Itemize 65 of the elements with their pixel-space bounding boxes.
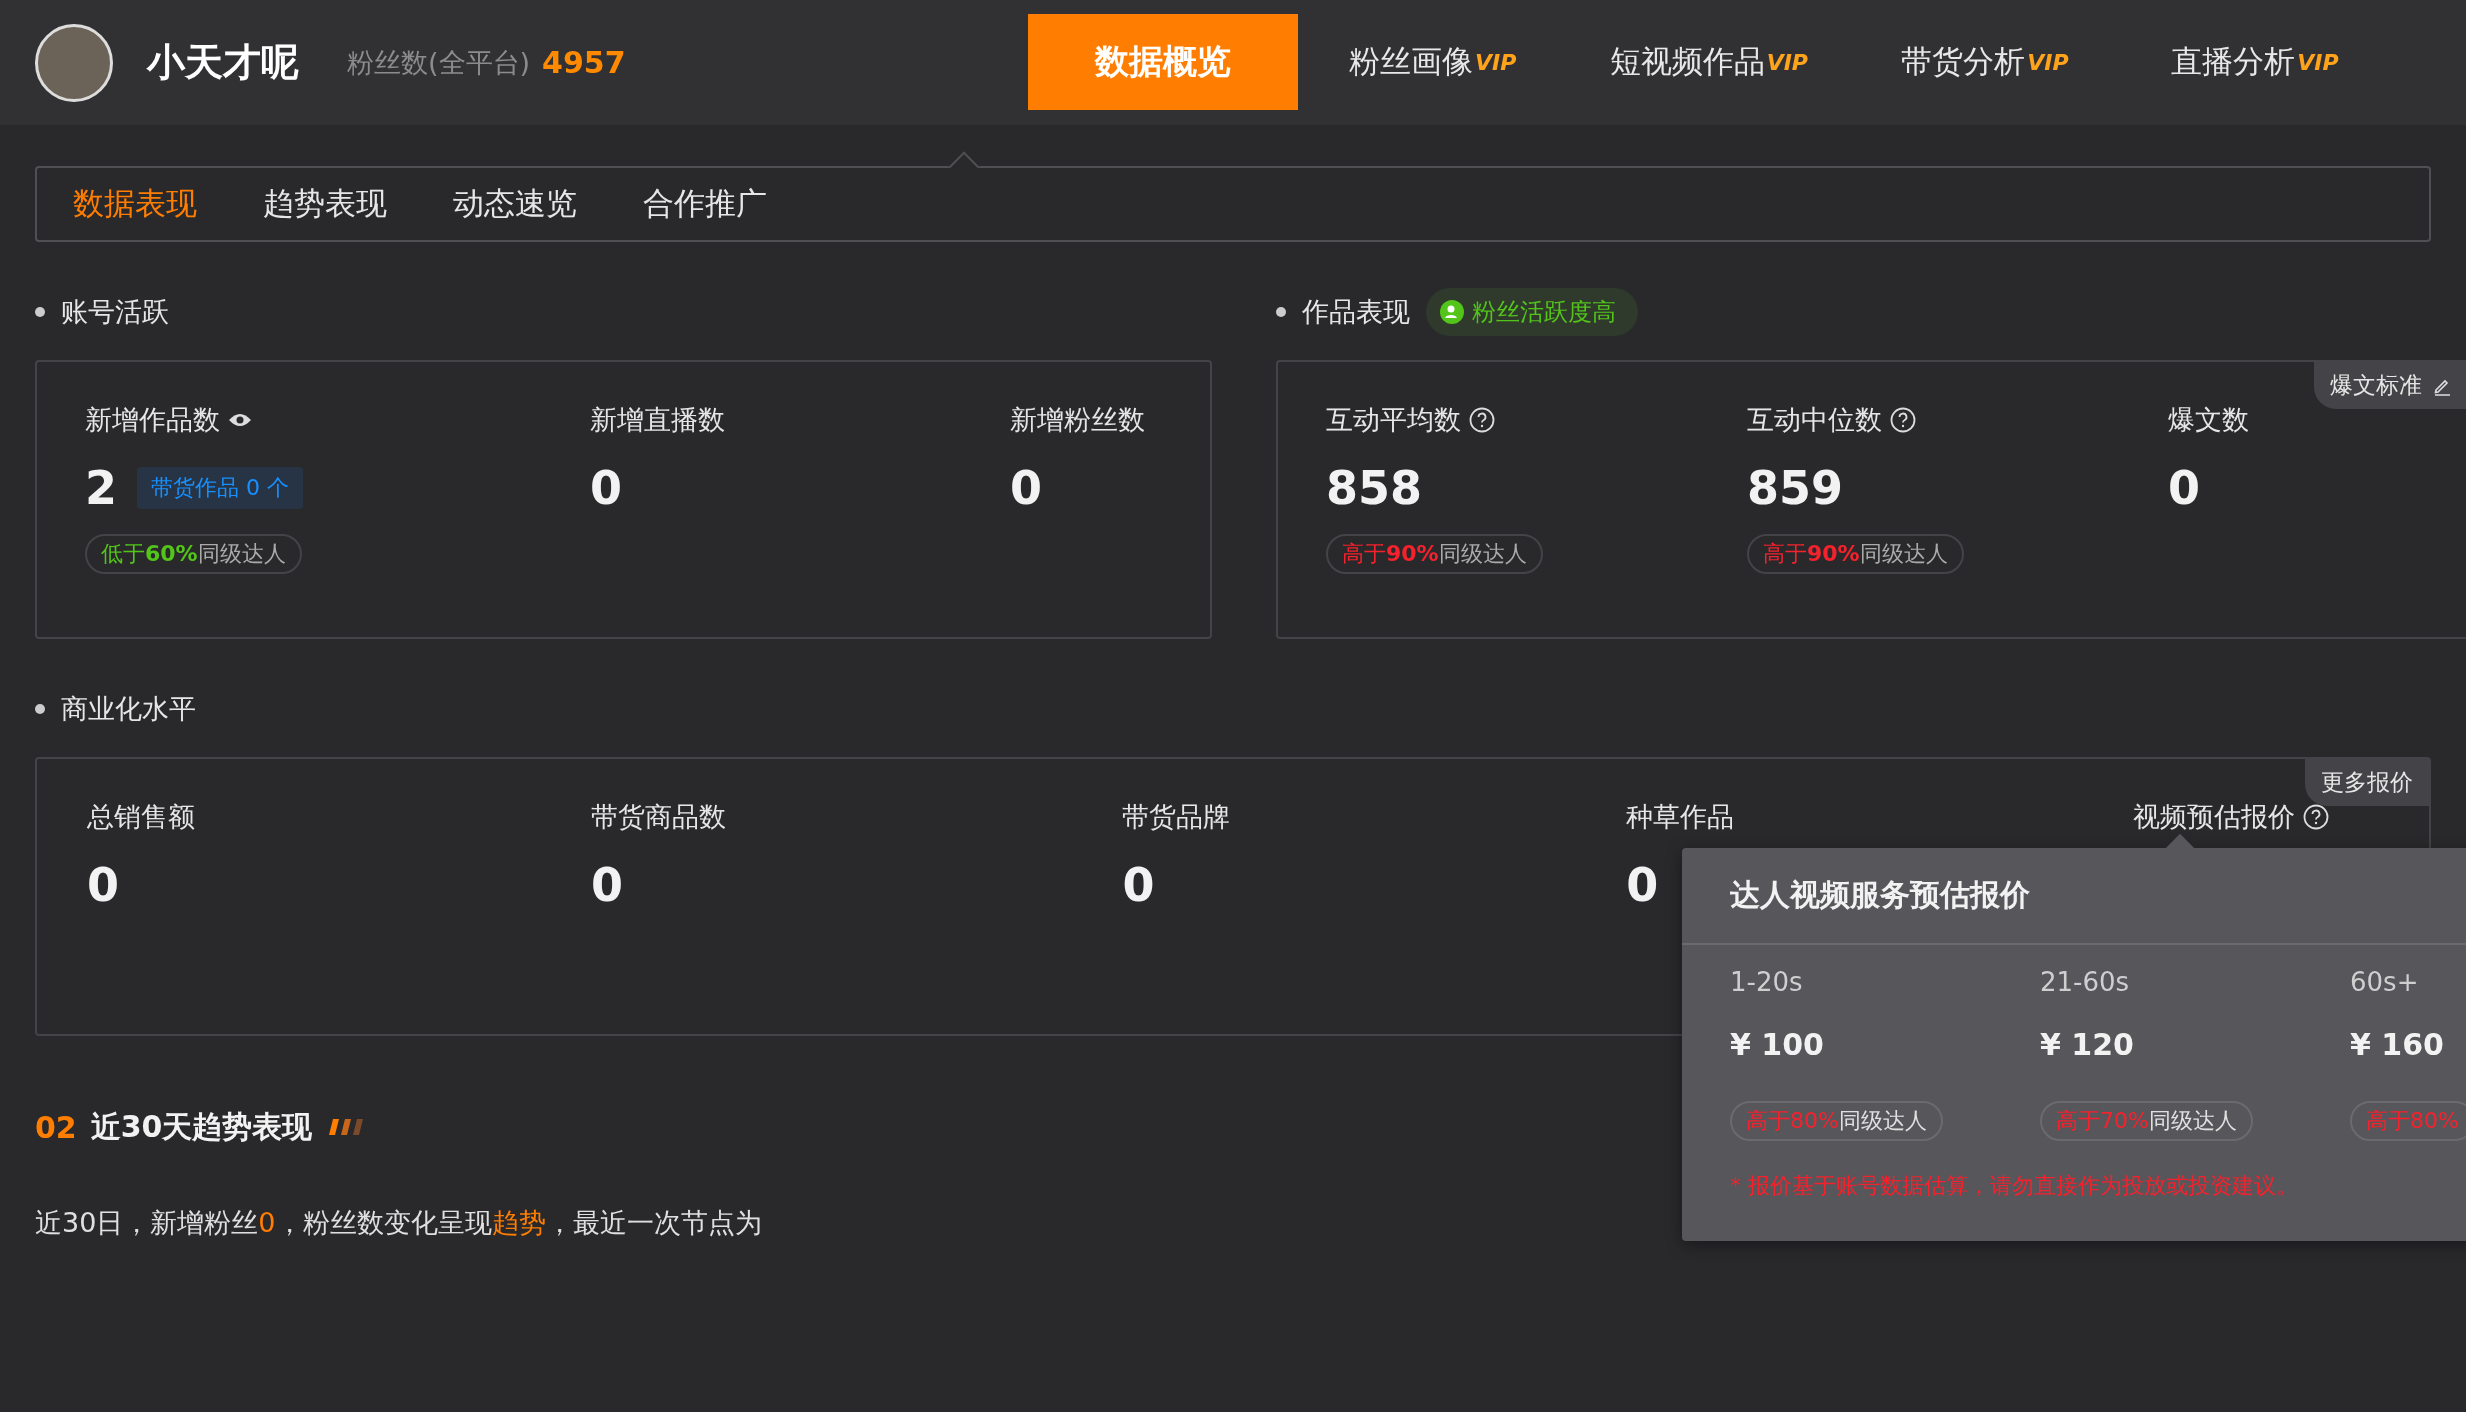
nav-tab[interactable]: 直播分析 VIP [2120, 14, 2390, 110]
metric-value: 858 [1326, 461, 1423, 515]
metric-label: 互动中位数 [1747, 403, 1882, 437]
metric-value: 0 [1626, 858, 1659, 912]
section-title: 商业化水平 [61, 692, 196, 726]
metric-value: 859 [1747, 461, 1844, 515]
section-title: 近30天趋势表现 [90, 1107, 313, 1146]
price-value: ¥ 100 [1730, 1027, 1825, 1064]
metric-value: 2 [85, 461, 117, 515]
bullet-icon [35, 704, 45, 714]
help-icon[interactable] [2303, 804, 2330, 830]
metric-value: 0 [1010, 461, 1042, 515]
metric-label: 视频预估报价 [2133, 800, 2296, 834]
metric-value: 0 [1122, 858, 1155, 912]
bullet-icon [1276, 307, 1286, 317]
slash-marks-icon [326, 1117, 365, 1137]
section-number: 02 [35, 1109, 77, 1145]
user-icon [1440, 300, 1464, 324]
metric-value: 0 [2168, 461, 2200, 515]
metric-label: 带货商品数 [590, 800, 726, 834]
comparison-tag: 高于80%同级达人 [1730, 1101, 1943, 1141]
section-title: 作品表现 [1302, 295, 1410, 329]
fans-count: 4957 [542, 45, 626, 80]
sales-works-chip: 带货作品 0 个 [137, 467, 303, 509]
nav-tab[interactable]: 粉丝画像VIP [1297, 14, 1568, 110]
metric-label: 新增作品数 [85, 403, 220, 437]
section-title: 账号活跃 [61, 295, 169, 329]
metric-label: 种草作品 [1626, 800, 1735, 834]
comparison-tag: 高于90%同级达人 [1747, 534, 1964, 574]
comparison-tag: 低于60%同级达人 [85, 534, 302, 574]
comparison-tag: 高于70%同级达人 [2040, 1101, 2253, 1141]
metric-value: 0 [590, 858, 623, 912]
bullet-icon [35, 307, 45, 317]
metric-label: 新增粉丝数 [1010, 403, 1145, 437]
sub-tab[interactable]: 趋势表现 [263, 183, 387, 225]
disclaimer-note: * 报价基于账号数据估算，请勿直接作为投放或投资建议。 [1729, 1172, 2299, 1200]
nav-tab[interactable]: 带货分析 VIP [1850, 14, 2120, 110]
metric-label: 带货品牌 [1122, 800, 1231, 834]
sub-tab[interactable]: 合作推广 [643, 183, 767, 225]
metric-label: 互动平均数 [1326, 403, 1461, 437]
help-icon[interactable] [1469, 407, 1495, 433]
help-icon[interactable] [1890, 407, 1916, 433]
viral-standard-button[interactable]: 爆文标准 [2314, 362, 2466, 409]
fan-activity-badge: 粉丝活跃度高 [1426, 288, 1638, 336]
metric-label: 新增直播数 [590, 403, 725, 437]
duration-label: 60s+ [2350, 967, 2420, 999]
duration-label: 1-20s [1730, 967, 1804, 999]
eye-icon [228, 412, 252, 428]
comparison-tag: 高于80% [2350, 1101, 2466, 1141]
metric-value: 0 [87, 858, 119, 912]
metric-label: 爆文数 [2168, 403, 2249, 437]
more-quotes-button[interactable]: 更多报价 [2305, 759, 2429, 806]
account-name: 小天才呢 [147, 39, 299, 86]
price-value: ¥ 120 [2040, 1027, 2135, 1064]
sub-tab[interactable]: 数据表现 [73, 183, 197, 225]
sub-tab[interactable]: 动态速览 [453, 183, 577, 225]
nav-tab[interactable]: 短视频作品 VIP [1567, 14, 1850, 110]
metric-label: 总销售额 [87, 800, 195, 834]
metric-value: 0 [590, 461, 622, 515]
popup-title: 达人视频服务预估报价 [1730, 876, 2030, 914]
fans-label: 粉丝数(全平台) [347, 45, 531, 80]
duration-label: 21-60s [2040, 967, 2131, 999]
price-value: ¥ 160 [2350, 1027, 2445, 1064]
trend-summary: 近30日，新增粉丝0，粉丝数变化呈现趋势，最近一次节点为 [35, 1206, 762, 1240]
comparison-tag: 高于90%同级达人 [1326, 534, 1543, 574]
